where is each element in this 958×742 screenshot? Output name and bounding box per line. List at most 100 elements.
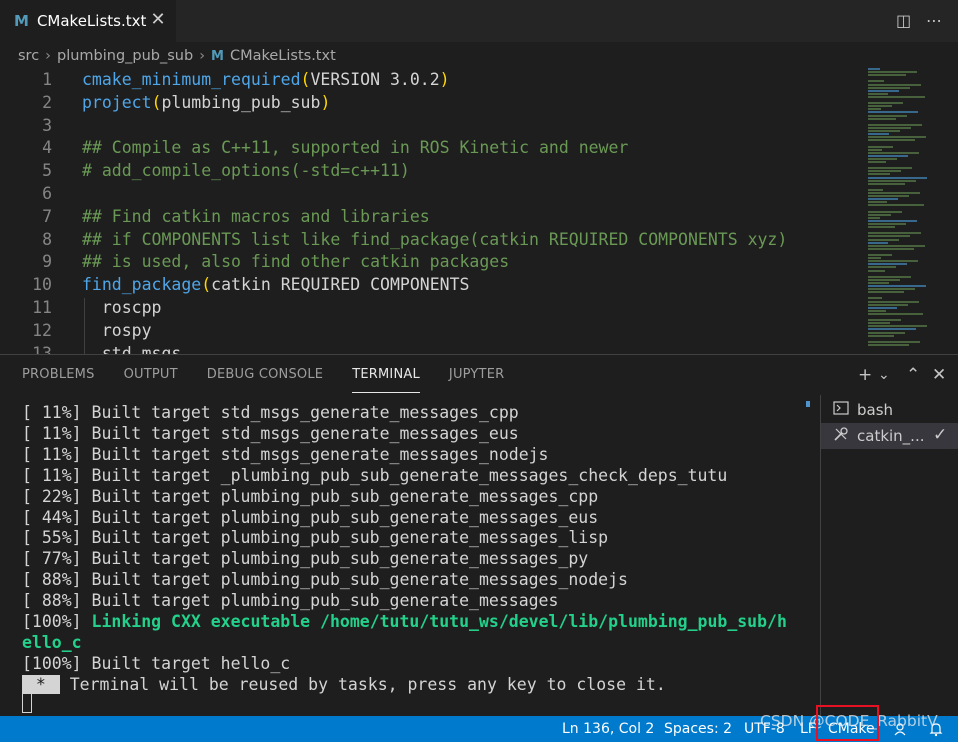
minimap-line: [868, 312, 923, 315]
minimap-line: [868, 176, 927, 179]
maximize-panel-icon[interactable]: ⌃: [906, 365, 920, 385]
tab-cmakelists[interactable]: M CMakeLists.txt ✕: [0, 0, 176, 42]
minimap-line: [868, 244, 925, 247]
close-icon[interactable]: ✕: [148, 10, 168, 30]
minimap-line: [868, 254, 892, 256]
tab-output[interactable]: OUTPUT: [124, 367, 178, 393]
bottom-panel: PROBLEMS OUTPUT DEBUG CONSOLE TERMINAL JUPYT…: [0, 354, 958, 717]
minimap-line: [868, 213, 891, 216]
minimap-line: [868, 145, 893, 148]
code-text: ## is used, also find other catkin packa…: [82, 252, 510, 272]
highlight-box: [816, 705, 879, 741]
tools-icon: [833, 426, 851, 446]
minimap-line: [868, 114, 907, 117]
tab-problems[interactable]: PROBLEMS: [22, 367, 95, 393]
code-line: 10 find_package(catkin REQUIRED COMPONENT…: [0, 273, 860, 296]
minimap-line: [868, 334, 894, 337]
minimap-line: [868, 83, 921, 86]
more-actions-icon[interactable]: ⋯: [926, 11, 942, 30]
tab-jupyter[interactable]: JUPYTER: [449, 367, 504, 393]
minimap[interactable]: [866, 68, 930, 354]
terminal-line: ello_c: [22, 632, 82, 652]
code-line: 11 roscpp: [0, 296, 860, 319]
chevron-right-icon: ›: [199, 48, 206, 64]
minimap-line: [868, 192, 920, 194]
terminal-item-label: bash: [857, 401, 894, 419]
split-editor-icon[interactable]: ◫: [896, 11, 911, 30]
line-number: 7: [42, 206, 52, 226]
minimap-line: [868, 102, 903, 105]
code-line: 3: [0, 114, 860, 137]
minimap-line: [868, 328, 916, 331]
indentation[interactable]: Spaces: 2: [664, 716, 732, 742]
terminal-line: [100%] Built target hello_c: [22, 653, 291, 673]
code-line: 4 ## Compile as C++11, supported in ROS K…: [0, 136, 860, 159]
breadcrumb-file[interactable]: CMakeLists.txt: [230, 48, 336, 64]
minimap-line: [868, 219, 917, 222]
terminal-output[interactable]: [ 11%] Built target std_msgs_generate_me…: [0, 399, 818, 717]
minimap-line: [868, 198, 898, 201]
code-line: 6: [0, 182, 860, 205]
minimap-line: [868, 188, 883, 191]
minimap-line: [868, 241, 888, 244]
terminal-item-bash[interactable]: bash: [821, 397, 958, 423]
minimap-line: [868, 263, 907, 266]
minimap-line: [868, 226, 895, 229]
terminal-cursor: [22, 693, 32, 713]
minimap-line: [868, 95, 925, 98]
line-number: 13: [32, 343, 52, 354]
minimap-line: [868, 216, 880, 219]
line-number: 11: [32, 298, 52, 317]
terminal-icon: [833, 400, 851, 420]
terminal-item-catkin[interactable]: catkin_... ✓: [821, 423, 958, 449]
minimap-line: [868, 297, 882, 300]
terminal-line: [ 22%] Built target plumbing_pub_sub_gen…: [22, 486, 599, 506]
tab-title: CMakeLists.txt: [36, 12, 147, 30]
code-line: 8 ## if COMPONENTS list like find_package…: [0, 228, 860, 251]
minimap-line: [868, 105, 892, 108]
code-line: 12 rospy: [0, 319, 860, 342]
editor-tab-bar: M CMakeLists.txt ✕ ◫ ⋯: [0, 0, 958, 42]
minimap-line: [868, 201, 887, 204]
code-text: ## if COMPONENTS list like find_package(…: [82, 229, 788, 249]
minimap-line: [868, 80, 884, 83]
tab-debug-console[interactable]: DEBUG CONSOLE: [207, 367, 323, 393]
minimap-line: [868, 235, 910, 238]
minimap-line: [868, 278, 900, 281]
add-terminal-icon[interactable]: +: [858, 365, 872, 385]
minimap-line: [868, 331, 905, 334]
code-text: ## Find catkin macros and libraries: [82, 206, 430, 226]
minimap-line: [868, 86, 910, 89]
minimap-line: [868, 238, 899, 241]
chevron-down-icon[interactable]: ⌄: [878, 367, 890, 383]
code-text: rospy: [82, 320, 152, 340]
minimap-line: [868, 325, 927, 328]
tab-terminal[interactable]: TERMINAL: [352, 367, 420, 393]
code-line: 13 std_msgs: [0, 342, 860, 354]
minimap-line: [868, 136, 926, 139]
breadcrumb-folder[interactable]: plumbing_pub_sub: [57, 48, 193, 64]
terminal-line: [ 11%] Built target std_msgs_generate_me…: [22, 403, 519, 422]
code-editor[interactable]: 1 cmake_minimum_required(VERSION 3.0.2) 2 p…: [0, 68, 958, 354]
breadcrumb-src[interactable]: src: [18, 48, 39, 64]
minimap-line: [868, 309, 886, 312]
minimap-line: [868, 319, 901, 322]
line-number: 6: [42, 184, 52, 203]
code-text: roscpp: [82, 298, 162, 317]
minimap-line: [868, 223, 906, 225]
code-line: 9 ## is used, also find other catkin pack…: [0, 250, 860, 273]
minimap-line: [868, 303, 908, 306]
terminal-list: bash catkin_... ✓: [820, 395, 958, 717]
minimap-line: [868, 269, 885, 272]
code-text: # add_compile_options(-std=c++11): [82, 161, 410, 181]
cursor-position[interactable]: Ln 136, Col 2: [562, 716, 654, 742]
minimap-line: [868, 139, 915, 142]
line-number: 8: [42, 229, 52, 249]
minimap-line: [868, 195, 909, 198]
close-panel-icon[interactable]: ✕: [932, 365, 946, 385]
minimap-line: [868, 154, 908, 157]
line-number: 9: [42, 252, 52, 272]
terminal-notice-star: *: [22, 674, 60, 694]
code-text: cmake_minimum_required(VERSION 3.0.2): [82, 70, 450, 89]
minimap-line: [868, 204, 924, 207]
